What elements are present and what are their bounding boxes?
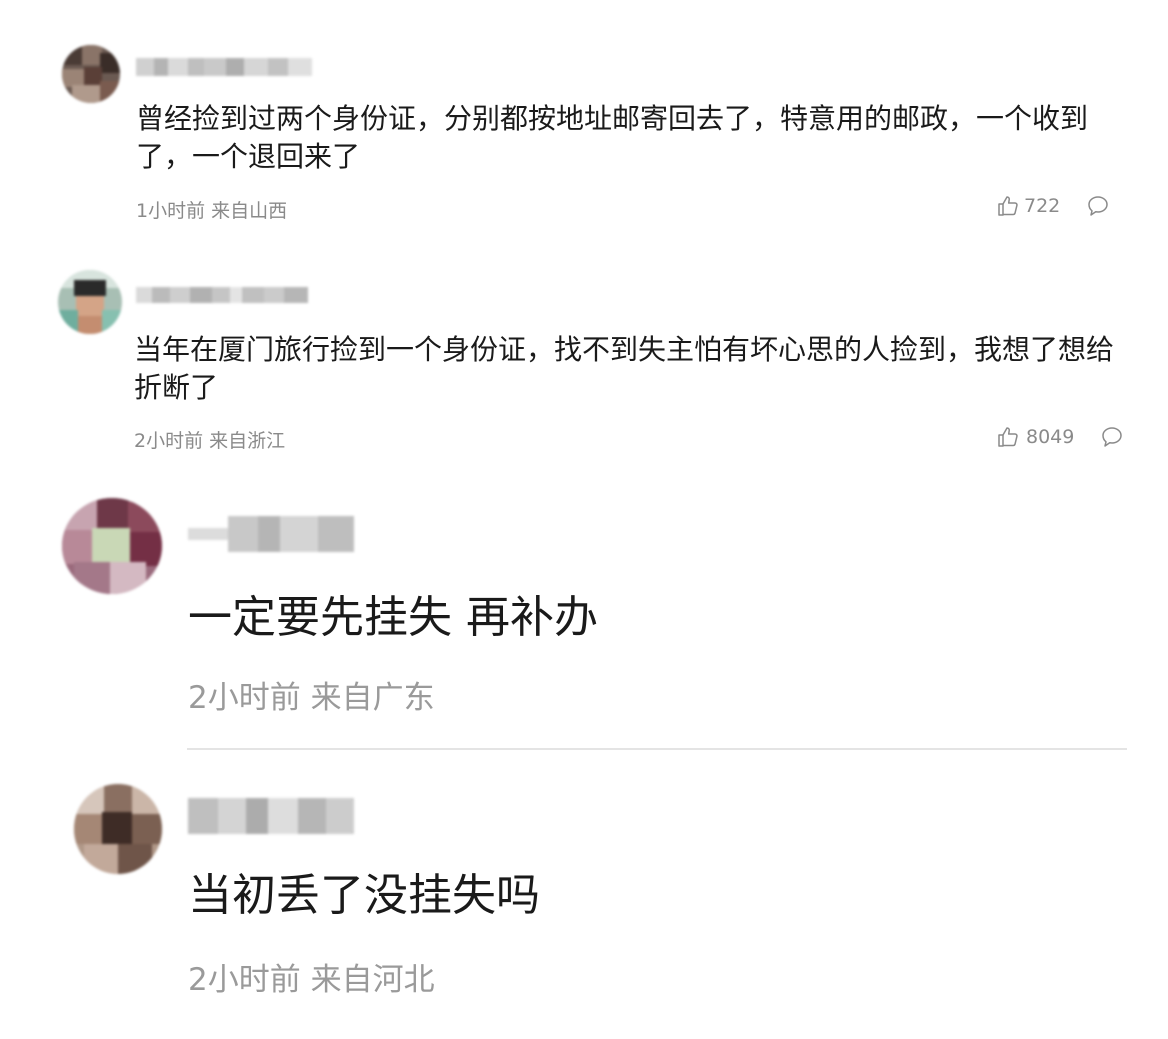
username-blurred[interactable]: [136, 287, 308, 303]
comment-meta: 2小时前 来自河北: [188, 954, 435, 999]
comment-text: 曾经捡到过两个身份证，分别都按地址邮寄回去了，特意用的邮政，一个收到了，一个退回…: [136, 102, 1089, 173]
comment-time: 2小时前: [134, 430, 204, 452]
username-blurred[interactable]: [136, 58, 312, 76]
avatar[interactable]: [62, 498, 162, 594]
thumbs-up-icon[interactable]: [996, 425, 1020, 449]
comment-item: 当年在厦门旅行捡到一个身份证，找不到失主怕有坏心思的人捡到，我想了想给折断了 2…: [0, 240, 1168, 470]
comment-time: 2小时前: [188, 680, 301, 716]
comment-bubble-icon[interactable]: [1086, 194, 1110, 218]
comment-text: 当年在厦门旅行捡到一个身份证，找不到失主怕有坏心思的人捡到，我想了想给折断了: [134, 333, 1115, 404]
comment-meta: 2小时前 来自广东: [188, 672, 435, 717]
like-count: 8049: [1026, 426, 1075, 448]
comment-time: 2小时前: [188, 962, 301, 998]
divider: [187, 748, 1127, 750]
comment-meta: 2小时前 来自浙江: [134, 426, 285, 453]
username-blurred[interactable]: [188, 798, 354, 834]
avatar[interactable]: [58, 270, 122, 334]
username-blurred[interactable]: [188, 516, 354, 552]
thumbs-up-icon[interactable]: [996, 194, 1020, 218]
comment-location: 来自浙江: [209, 430, 286, 452]
comment-item: 曾经捡到过两个身份证，分别都按地址邮寄回去了，特意用的邮政，一个收到了，一个退回…: [0, 0, 1168, 240]
comment-time: 1小时前: [136, 200, 206, 222]
avatar[interactable]: [74, 784, 162, 874]
comment-actions: 722: [996, 194, 1110, 218]
comment-text: 当初丢了没挂失吗: [188, 870, 540, 921]
comment-bubble-icon[interactable]: [1100, 425, 1124, 449]
comment-location: 来自山西: [211, 200, 288, 222]
comment-text: 一定要先挂失 再补办: [188, 592, 598, 643]
comment-location: 来自广东: [310, 680, 435, 716]
comment-actions: 8049: [996, 425, 1124, 449]
comment-location: 来自河北: [310, 962, 435, 998]
comment-meta: 1小时前 来自山西: [136, 196, 287, 223]
avatar[interactable]: [62, 45, 120, 103]
comment-item: 当初丢了没挂失吗 2小时前 来自河北: [0, 752, 1168, 1039]
like-count: 722: [1024, 195, 1061, 217]
comment-item: 一定要先挂失 再补办 2小时前 来自广东: [0, 470, 1168, 750]
